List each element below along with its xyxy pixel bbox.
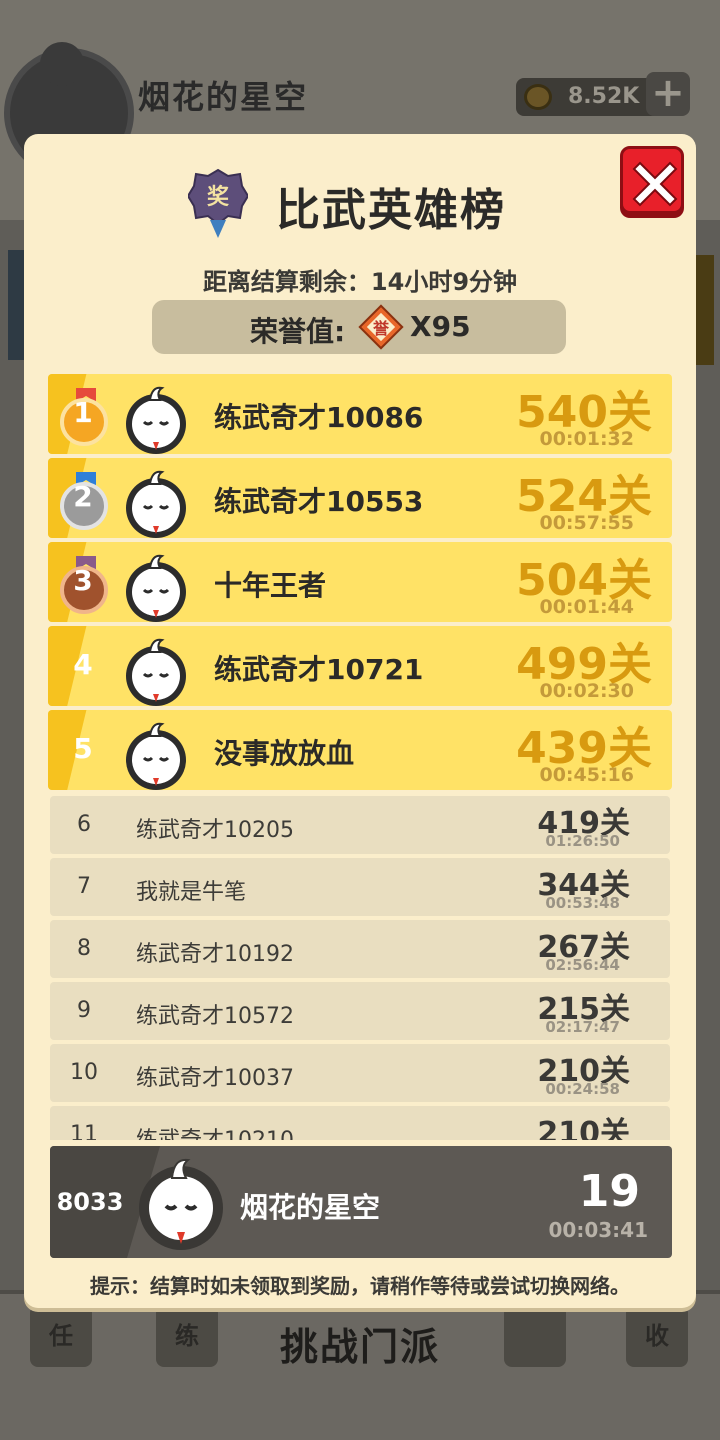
settlement-tip: 提示：结算时如未领取到奖励，请稍作等待或尝试切换网络。 — [90, 1274, 630, 1298]
rank-number: 5 — [73, 732, 93, 765]
honor-icon: 誉 — [358, 304, 404, 350]
nav-practice-button[interactable]: 练 — [156, 1305, 218, 1367]
clear-time: 02:17:47 — [545, 1018, 620, 1036]
player-name: 没事放放血 — [214, 737, 355, 770]
player-name: 练武奇才10205 — [136, 818, 294, 843]
avatar-icon — [126, 554, 186, 622]
rank-number: 2 — [73, 480, 93, 513]
leaderboard-row[interactable]: 11 练武奇才10210 210关 — [50, 1106, 670, 1140]
clear-time: 00:01:32 — [539, 428, 634, 450]
rank-number: 10 — [70, 1060, 98, 1085]
svg-text:誉: 誉 — [372, 319, 390, 338]
clear-time: 00:53:48 — [545, 894, 620, 912]
level-count: 210关 — [537, 1116, 630, 1140]
leaderboard-row-top[interactable]: 3 十年王者 504关 00:01:44 — [48, 542, 672, 622]
award-badge-icon: 奖 — [188, 168, 248, 238]
player-name: 烟花的星空 — [138, 78, 309, 116]
player-name: 练武奇才10572 — [136, 1004, 294, 1029]
player-name: 练武奇才10210 — [136, 1122, 294, 1140]
clear-time: 01:26:50 — [545, 832, 620, 850]
add-coins-button[interactable]: + — [646, 72, 690, 116]
leaderboard-row-top[interactable]: 5 没事放放血 439关 00:45:16 — [48, 710, 672, 790]
player-name: 我就是牛笔 — [136, 880, 247, 905]
clear-time: 00:02:30 — [539, 680, 634, 702]
leaderboard-row-top[interactable]: 4 练武奇才10721 499关 00:02:30 — [48, 626, 672, 706]
rank-number: 9 — [77, 998, 91, 1023]
nav-helmet-button[interactable] — [504, 1305, 566, 1367]
settlement-countdown: 距离结算剩余：14小时9分钟 — [202, 268, 518, 296]
leaderboard-row-top[interactable]: 1 练武奇才10086 540关 00:01:32 — [48, 374, 672, 454]
clear-time: 00:57:55 — [539, 512, 634, 534]
nav-challenge-button[interactable]: 挑战门派 — [250, 1316, 470, 1371]
self-level: 19 — [578, 1166, 640, 1217]
leaderboard-row-top[interactable]: 2 练武奇才10553 524关 00:57:55 — [48, 458, 672, 538]
player-name: 练武奇才10192 — [136, 942, 294, 967]
practice-icon: 练 — [175, 1322, 199, 1350]
avatar-icon — [126, 470, 186, 538]
rank-number: 11 — [70, 1122, 98, 1140]
leaderboard-row[interactable]: 7 我就是牛笔 344关 00:53:48 — [50, 858, 670, 916]
leaderboard-title: 比武英雄榜 — [276, 185, 506, 236]
player-name: 练武奇才10086 — [214, 401, 424, 434]
leaderboard-list[interactable]: 6 练武奇才10205 419关 01:26:50 7 我就是牛笔 344关 0… — [0, 796, 720, 1140]
rank-number: 8 — [77, 936, 91, 961]
task-icon: 任 — [49, 1322, 73, 1350]
leaderboard-row[interactable]: 6 练武奇才10205 419关 01:26:50 — [50, 796, 670, 854]
close-button[interactable] — [620, 146, 684, 214]
clear-time: 02:56:44 — [545, 956, 620, 974]
avatar-icon — [126, 638, 186, 706]
self-avatar-icon — [139, 1158, 223, 1250]
avatar-icon — [126, 722, 186, 790]
leaderboard-row[interactable]: 8 练武奇才10192 267关 02:56:44 — [50, 920, 670, 978]
player-name: 练武奇才10721 — [214, 653, 424, 686]
nav-task-button[interactable]: 任 — [30, 1305, 92, 1367]
leaderboard-row[interactable]: 9 练武奇才10572 215关 02:17:47 — [50, 982, 670, 1040]
player-name: 练武奇才10553 — [214, 485, 424, 518]
rank-number: 7 — [77, 874, 91, 899]
honor-value: X95 — [410, 310, 471, 343]
self-rank-number: 8033 — [56, 1188, 124, 1216]
nav-collect-button[interactable]: 收 — [626, 1305, 688, 1367]
rank-number: 1 — [73, 396, 93, 429]
player-name: 十年王者 — [214, 569, 327, 602]
rank-number: 6 — [77, 812, 91, 837]
collect-icon: 收 — [645, 1322, 669, 1350]
rank-number: 4 — [73, 648, 93, 681]
clear-time: 00:01:44 — [539, 596, 634, 618]
close-icon — [632, 161, 678, 207]
player-name: 练武奇才10037 — [136, 1066, 294, 1091]
rank-number: 3 — [73, 564, 93, 597]
avatar-icon — [126, 386, 186, 454]
coin-icon — [524, 84, 552, 110]
clear-time: 00:24:58 — [545, 1080, 620, 1098]
self-rank-row[interactable]: 8033 烟花的星空 19 00:03:41 — [50, 1146, 672, 1258]
self-time: 00:03:41 — [548, 1218, 649, 1242]
leaderboard-row[interactable]: 10 练武奇才10037 210关 00:24:58 — [50, 1044, 670, 1102]
honor-label: 荣誉值: — [250, 315, 346, 348]
clear-time: 00:45:16 — [539, 764, 634, 786]
self-name: 烟花的星空 — [240, 1191, 381, 1224]
coin-value: 8.52K — [568, 84, 640, 109]
svg-text:奖: 奖 — [207, 184, 230, 210]
